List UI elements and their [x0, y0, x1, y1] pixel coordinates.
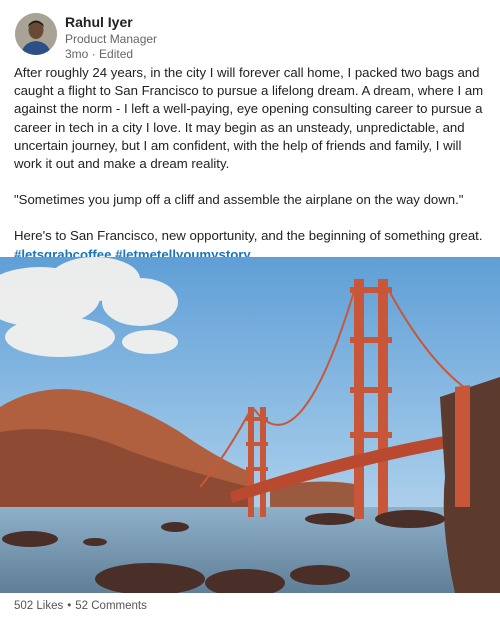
post-header: Rahul Iyer Product Manager 3mo · Edited — [15, 13, 157, 61]
post-quote: "Sometimes you jump off a cliff and asse… — [14, 192, 464, 208]
post-image[interactable] — [0, 257, 500, 593]
post-card: Rahul Iyer Product Manager 3mo · Edited … — [0, 0, 500, 625]
post-paragraph: Here's to San Francisco, new opportunity… — [14, 228, 483, 244]
post-meta: 3mo · Edited — [65, 47, 157, 62]
post-stats: 502 Likes • 52 Comments — [14, 600, 147, 612]
author-headline: Product Manager — [65, 32, 158, 46]
likes-count[interactable]: 502 Likes — [14, 600, 63, 612]
edited-label: Edited — [99, 47, 134, 61]
author-info: Rahul Iyer Product Manager 3mo · Edited — [65, 14, 157, 62]
comments-count[interactable]: 52 Comments — [75, 600, 147, 612]
post-time: 3mo — [65, 47, 89, 61]
author-avatar[interactable] — [15, 13, 57, 55]
post-text: After roughly 24 years, in the city I wi… — [14, 64, 488, 264]
author-name[interactable]: Rahul Iyer — [65, 14, 157, 31]
post-paragraph: After roughly 24 years, in the city I wi… — [14, 65, 484, 172]
meta-separator: · — [91, 47, 100, 61]
stats-separator: • — [67, 600, 72, 612]
